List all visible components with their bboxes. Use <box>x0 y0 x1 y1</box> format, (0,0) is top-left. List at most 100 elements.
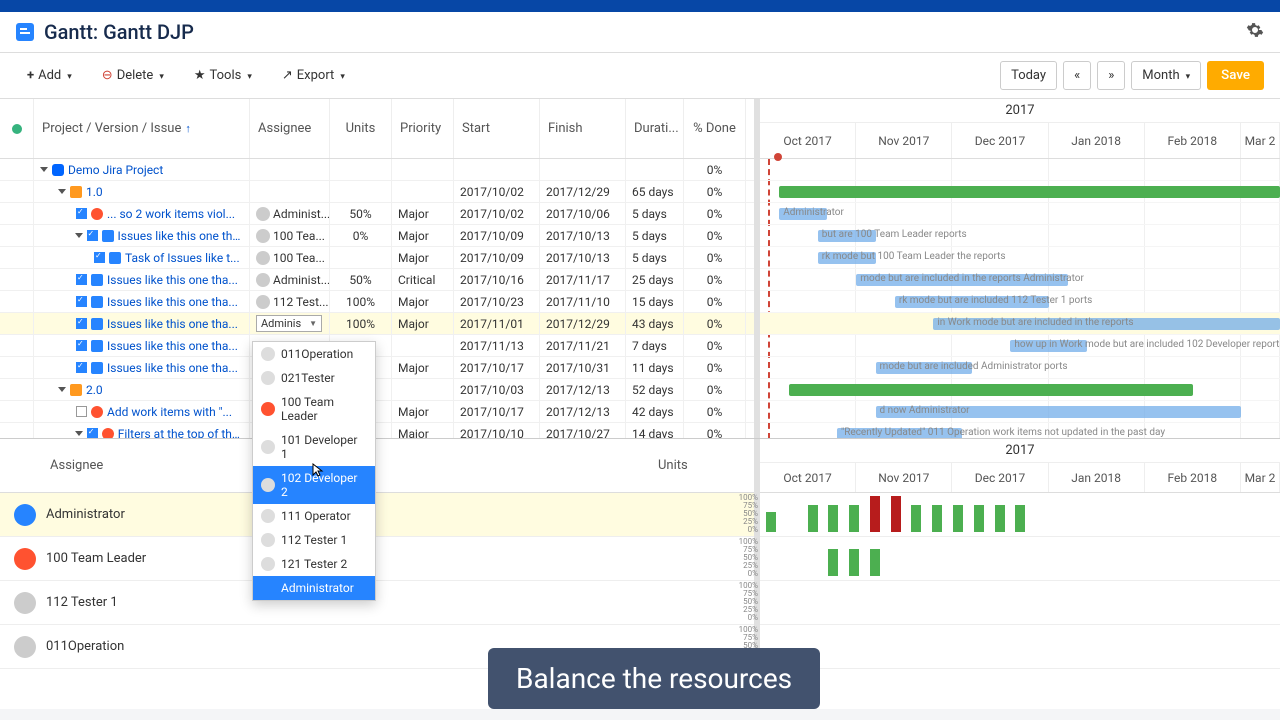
next-button[interactable]: » <box>1097 61 1125 90</box>
checkbox-icon[interactable] <box>76 340 87 351</box>
issue-name[interactable]: 2.0 <box>86 383 103 397</box>
checkbox-icon[interactable] <box>76 274 87 285</box>
issue-name[interactable]: Issues like this one tha... <box>107 339 238 353</box>
resource-name: 112 Tester 1 <box>46 595 118 610</box>
expand-icon[interactable] <box>75 431 83 436</box>
task-row[interactable]: 1.0 2017/10/02 2017/12/29 65 days 0% <box>0 181 754 203</box>
dropdown-item[interactable]: 011Operation <box>253 342 375 366</box>
col-units[interactable]: Units <box>330 99 392 158</box>
today-button[interactable]: Today <box>1000 61 1057 90</box>
task-row[interactable]: Issues like this one tha... 2017/11/13 2… <box>0 335 754 357</box>
issue-name[interactable]: Issues like this one tha... <box>107 295 238 309</box>
dropdown-item[interactable]: 102 Developer 2 <box>253 466 375 504</box>
checkbox-icon[interactable] <box>76 406 87 417</box>
save-button[interactable]: Save <box>1207 61 1264 90</box>
col-status[interactable] <box>0 99 34 158</box>
resource-row[interactable]: 112 Tester 1 <box>0 581 754 625</box>
issue-name[interactable]: Issues like this one tha... <box>107 317 238 331</box>
task-row[interactable]: Filters at the top of the... Major 2017/… <box>0 423 754 438</box>
issue-name[interactable]: Demo Jira Project <box>68 163 163 177</box>
issue-name[interactable]: Issues like this one tha... <box>107 273 238 287</box>
avatar-icon <box>256 295 270 309</box>
task-row[interactable]: Issues like this one tha... Adminis▼ 100… <box>0 313 754 335</box>
bar-label: rk mode but are included 112 Tester 1 po… <box>899 295 1092 306</box>
issue-type-icon <box>52 164 64 176</box>
gantt-bar[interactable] <box>779 186 1280 198</box>
expand-icon[interactable] <box>40 167 48 172</box>
col-name[interactable]: Project / Version / Issue↑ <box>34 99 250 158</box>
task-row[interactable]: Issues like this one tha... Major 2017/1… <box>0 357 754 379</box>
task-row[interactable]: Issues like this one tha... Administ... … <box>0 269 754 291</box>
checkbox-icon[interactable] <box>94 252 105 263</box>
task-row[interactable]: Issues like this one tha... 112 Test... … <box>0 291 754 313</box>
load-bar <box>995 505 1005 532</box>
load-bar <box>891 496 901 532</box>
checkbox-icon[interactable] <box>87 428 98 438</box>
res-col-units[interactable]: Units <box>650 458 754 473</box>
assignee-combo[interactable]: Adminis▼ <box>256 315 322 332</box>
expand-icon[interactable] <box>58 189 66 194</box>
assignee-dropdown[interactable]: 011Operation021Tester100 Team Leader101 … <box>252 341 376 601</box>
prev-button[interactable]: « <box>1063 61 1091 90</box>
gantt-bar[interactable] <box>789 384 1193 396</box>
bar-label: "Recently Updated" 011 Operation work it… <box>841 427 1165 438</box>
gantt-row <box>760 181 1280 203</box>
export-button[interactable]: ↗ Export <box>271 61 356 90</box>
expand-icon[interactable] <box>75 233 83 238</box>
load-bar <box>849 505 859 532</box>
checkbox-icon[interactable] <box>76 362 87 373</box>
issue-name[interactable]: Filters at the top of the... <box>118 427 243 439</box>
resource-row[interactable]: 100 Team Leader <box>0 537 754 581</box>
task-row[interactable]: Task of Issues like t... 100 Tea... Majo… <box>0 247 754 269</box>
load-bar <box>808 505 818 532</box>
avatar-icon <box>256 251 270 265</box>
issue-name[interactable]: 1.0 <box>86 185 103 199</box>
yscale-label: 0% <box>732 613 758 622</box>
dropdown-item[interactable]: 111 Operator <box>253 504 375 528</box>
issue-name[interactable]: Issues like this one tha... <box>107 361 238 375</box>
add-button[interactable]: + Add <box>16 61 83 90</box>
col-finish[interactable]: Finish <box>540 99 626 158</box>
gantt-row: rk mode but 100 Team Leader the reports <box>760 247 1280 269</box>
gantt-icon <box>16 23 34 41</box>
dropdown-item[interactable]: 021Tester <box>253 366 375 390</box>
avatar-icon <box>261 557 275 571</box>
dropdown-item[interactable]: 121 Tester 2 <box>253 552 375 576</box>
expand-icon[interactable] <box>58 387 66 392</box>
tools-button[interactable]: ★ Tools <box>183 61 263 90</box>
issue-name[interactable]: Issues like this one tha... <box>118 229 244 243</box>
dropdown-item[interactable]: 101 Developer 1 <box>253 428 375 466</box>
load-bar <box>974 505 984 532</box>
issue-name[interactable]: Task of Issues like t... <box>125 251 240 265</box>
task-row[interactable]: Add work items with "... Major 2017/10/1… <box>0 401 754 423</box>
issue-name[interactable]: ... so 2 work items viol... <box>107 207 235 221</box>
checkbox-icon[interactable] <box>76 318 87 329</box>
zoom-select[interactable]: Month <box>1131 61 1201 90</box>
dropdown-item[interactable]: 100 Team Leader <box>253 390 375 428</box>
col-priority[interactable]: Priority <box>392 99 454 158</box>
checkbox-icon[interactable] <box>76 208 87 219</box>
issue-name[interactable]: Add work items with "... <box>107 405 232 419</box>
checkbox-icon[interactable] <box>76 296 87 307</box>
col-duration[interactable]: Durati... <box>626 99 684 158</box>
col-assignee[interactable]: Assignee <box>250 99 330 158</box>
issue-type-icon <box>91 340 103 352</box>
gantt-row: in Work mode but are included in the rep… <box>760 313 1280 335</box>
task-row[interactable]: Demo Jira Project 0% <box>0 159 754 181</box>
settings-icon[interactable] <box>1246 21 1264 43</box>
col-start[interactable]: Start <box>454 99 540 158</box>
col-done[interactable]: % Done <box>684 99 746 158</box>
checkbox-icon[interactable] <box>87 230 98 241</box>
resource-row[interactable]: Administrator <box>0 493 754 537</box>
task-row[interactable]: Issues like this one tha... 100 Tea... 0… <box>0 225 754 247</box>
task-row[interactable]: ... so 2 work items viol... Administ... … <box>0 203 754 225</box>
dropdown-item[interactable]: 112 Tester 1 <box>253 528 375 552</box>
avatar-icon <box>256 229 270 243</box>
page-header: Gantt: Gantt DJP <box>0 12 1280 53</box>
dropdown-item[interactable]: Administrator <box>253 576 375 600</box>
bar-label: in Work mode but are included in the rep… <box>937 317 1133 328</box>
delete-button[interactable]: ⊖ Delete <box>91 61 175 90</box>
task-row[interactable]: 2.0 2017/10/03 2017/12/13 52 days 0% <box>0 379 754 401</box>
resource-name: 100 Team Leader <box>46 551 146 566</box>
load-bar <box>849 549 859 576</box>
